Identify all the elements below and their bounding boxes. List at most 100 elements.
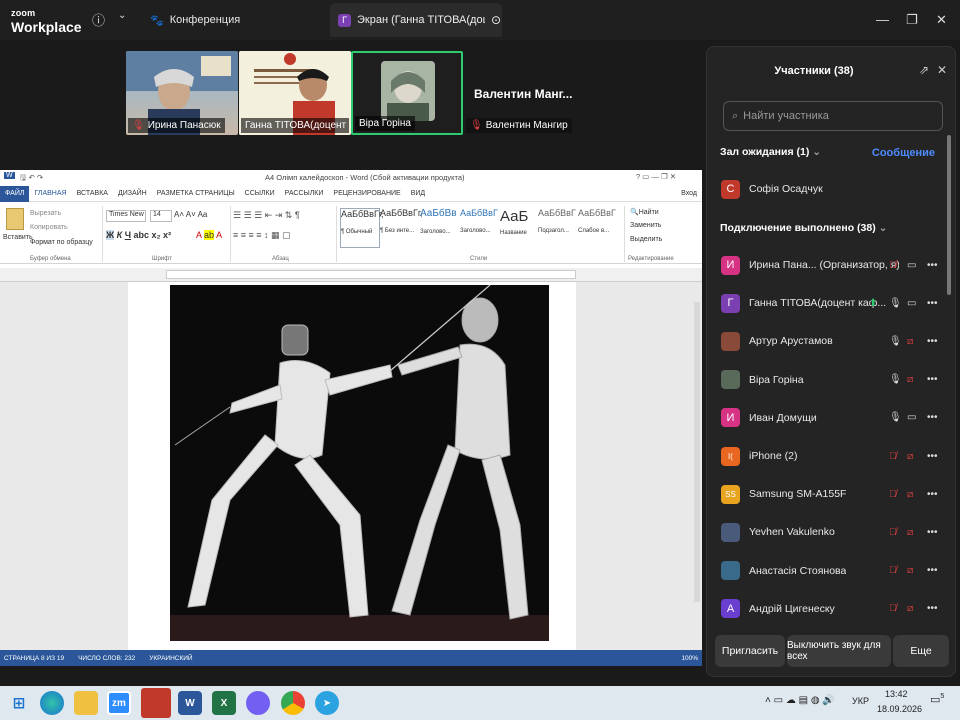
more-options-icon[interactable]: •••	[927, 412, 938, 423]
video-tile-active[interactable]: Віра Горіна	[351, 51, 463, 135]
video-tile[interactable]: 🎙 Ирина Панасюк	[126, 51, 238, 135]
text-color-icon[interactable]: A ab A	[196, 230, 222, 240]
restore-icon[interactable]: ❐	[906, 12, 918, 28]
folder-icon[interactable]	[74, 691, 98, 715]
camera-off-icon[interactable]: ⧄	[907, 336, 913, 347]
format-painter-button[interactable]: Формат по образцу	[30, 239, 93, 246]
search-input[interactable]: ⌕ Найти участника	[723, 101, 943, 131]
menu-review[interactable]: РЕЦЕНЗИРОВАНИЕ	[328, 190, 405, 197]
zoom-level[interactable]: 100%	[681, 655, 698, 662]
menu-insert[interactable]: ВСТАВКА	[72, 190, 113, 197]
mute-all-button[interactable]: Выключить звук для всех	[787, 635, 891, 667]
info-icon[interactable]: ⓘ	[92, 10, 105, 29]
excel-app-icon[interactable]: X	[212, 691, 236, 715]
style-subtle[interactable]: АаБбВвГ Слабое в...	[578, 208, 618, 248]
camera-off-icon[interactable]: ⧄	[907, 489, 913, 500]
paste-button[interactable]: Вставить	[3, 234, 33, 241]
mic-icon[interactable]: 🎙	[889, 336, 902, 347]
close-icon[interactable]: ✕	[937, 63, 947, 77]
more-options-icon[interactable]: •••	[927, 489, 938, 500]
more-options-icon[interactable]: •••	[927, 298, 938, 309]
login-link[interactable]: Вход	[676, 190, 702, 197]
message-button[interactable]: Сообщение	[872, 147, 935, 159]
participant-row[interactable]: Артур Арустамов 🎙 ⧄ •••	[707, 322, 947, 360]
more-button[interactable]: Еще	[893, 635, 949, 667]
window-controls[interactable]: ? ▭ — ❐ ✕	[636, 172, 676, 181]
camera-off-icon[interactable]: ⧄	[907, 374, 913, 385]
select-button[interactable]: Выделить	[630, 236, 662, 243]
camera-off-icon[interactable]: ⧄	[907, 603, 913, 614]
more-options-icon[interactable]: •••	[927, 603, 938, 614]
style-heading2[interactable]: АаБбВвГ Заголово...	[460, 208, 500, 248]
camera-icon[interactable]: ▭	[907, 260, 916, 271]
connected-header[interactable]: Подключение выполнено (38) ⌄	[720, 222, 887, 234]
list-icons[interactable]: ☰ ☰ ☰ ⇤ ⇥ ⇅ ¶	[233, 210, 300, 221]
tab-meeting[interactable]: 🐾 Конференция	[150, 10, 240, 30]
style-subtitle[interactable]: АаБбВвГ Подзагол...	[538, 208, 578, 248]
language-indicator[interactable]: УКР	[852, 696, 869, 706]
notification-icon[interactable]: ▭5	[930, 693, 944, 706]
more-options-icon[interactable]: •••	[927, 336, 938, 347]
popout-icon[interactable]: ⇗	[919, 63, 929, 77]
menu-layout[interactable]: РАЗМЕТКА СТРАНИЦЫ	[152, 190, 240, 197]
style-normal[interactable]: АаБбВвГг, ¶ Обычный	[340, 208, 384, 248]
chevron-down-icon[interactable]: ⌄	[118, 10, 126, 21]
mic-muted-icon[interactable]: 🎙̸	[889, 451, 897, 462]
copy-button[interactable]: Копировать	[30, 224, 68, 231]
menu-mailings[interactable]: РАССЫЛКИ	[280, 190, 329, 197]
align-icons[interactable]: ≡ ≡ ≡ ≡ ↕ ▦ ▢	[233, 230, 291, 241]
menu-home[interactable]: ГЛАВНАЯ	[29, 190, 71, 197]
camera-off-icon[interactable]: ⧄	[907, 565, 913, 576]
cut-button[interactable]: Вырезать	[30, 210, 61, 217]
font-size-select[interactable]: 14	[150, 210, 172, 222]
mic-muted-icon[interactable]: 🎙̸	[889, 489, 897, 500]
participant-row[interactable]: И Иван Домущи 🎙 ▭ •••	[707, 399, 947, 437]
menu-design[interactable]: ДИЗАЙН	[113, 190, 152, 197]
scrollbar[interactable]	[694, 302, 700, 602]
close-icon[interactable]: ✕	[936, 12, 947, 28]
menu-file[interactable]: ФАЙЛ	[0, 185, 30, 202]
camera-icon[interactable]: ▭	[907, 298, 916, 309]
style-heading1[interactable]: АаБбВв Заголово...	[420, 208, 460, 248]
mic-icon[interactable]: 🎙	[889, 298, 902, 309]
paste-icon[interactable]	[6, 208, 24, 230]
participant-row[interactable]: Yevhen Vakulenko 🎙̸ ⧄ •••	[707, 513, 947, 551]
menu-view[interactable]: ВИД	[406, 190, 430, 197]
invite-button[interactable]: Пригласить	[715, 635, 785, 667]
mic-muted-icon[interactable]: 🎙̸	[889, 260, 897, 271]
font-name-select[interactable]: Times New R	[106, 210, 146, 222]
viber-icon[interactable]	[246, 691, 270, 715]
style-title[interactable]: АаБ Название	[500, 208, 540, 248]
camera-icon[interactable]: ▭	[907, 412, 916, 423]
save-icon[interactable]: 🖫 ↶ ↷	[20, 172, 43, 185]
zoom-app-icon[interactable]: zm	[107, 691, 131, 715]
list-item[interactable]: С Софія Осадчук	[707, 170, 947, 208]
participant-row[interactable]: SS Samsung SM-A155F 🎙̸ ⧄ •••	[707, 475, 947, 513]
text-format-icons[interactable]: Ж К Ч abc x₂ x²	[106, 230, 171, 240]
tab-screen-share[interactable]: Г Экран (Ганна ТІТОВА(доцент каф ⊙	[330, 3, 502, 37]
mic-icon[interactable]: 🎙	[889, 412, 902, 423]
mic-muted-icon[interactable]: 🎙̸	[889, 565, 897, 576]
telegram-icon[interactable]: ➤	[315, 691, 339, 715]
menu-references[interactable]: ССЫЛКИ	[240, 190, 280, 197]
mic-muted-icon[interactable]: 🎙̸	[889, 527, 897, 538]
participant-row[interactable]: И Ирина Пана... (Организатор, я) 🎙̸ ▭ •••	[707, 246, 947, 284]
more-options-icon[interactable]: •••	[927, 451, 938, 462]
minimize-icon[interactable]: —	[876, 12, 889, 27]
style-no-spacing[interactable]: АаБбВвГг, ¶ Без инте...	[380, 208, 423, 248]
more-options-icon[interactable]: •••	[927, 374, 938, 385]
more-options-icon[interactable]: •••	[927, 260, 938, 271]
more-options-icon[interactable]: •••	[927, 565, 938, 576]
participant-row[interactable]: I(iPhone (2) 🎙̸ ⧄ •••	[707, 437, 947, 475]
camera-off-icon[interactable]: ⧄	[907, 451, 913, 462]
word-app-icon[interactable]: W	[178, 691, 202, 715]
camera-off-icon[interactable]: ⧄	[907, 527, 913, 538]
participant-row[interactable]: Анастасія Стоянова 🎙̸ ⧄ •••	[707, 552, 947, 590]
find-button[interactable]: 🔍Найти	[630, 208, 659, 216]
scrollbar[interactable]	[947, 135, 951, 295]
more-icon[interactable]: ⊙	[491, 13, 501, 27]
mic-icon[interactable]: 🎙	[889, 374, 902, 385]
participant-row[interactable]: А Андрій Цигенеску 🎙̸ ⧄ •••	[707, 590, 947, 628]
participant-row[interactable]: Віра Горіна 🎙 ⧄ •••	[707, 361, 947, 399]
more-options-icon[interactable]: •••	[927, 527, 938, 538]
